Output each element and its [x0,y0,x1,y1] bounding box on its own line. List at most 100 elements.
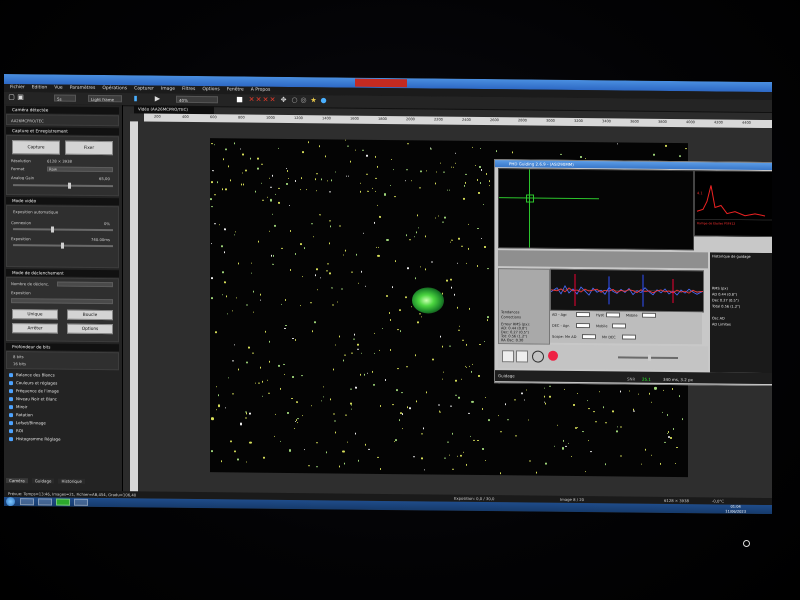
globe-icon[interactable]: ● [320,96,327,104]
tendances-checkbox[interactable]: Tendances [501,310,519,314]
save-icon[interactable]: ▣ [17,93,24,101]
menu-fichier[interactable]: Fichier [10,84,25,92]
menu-image[interactable]: Image [161,86,175,94]
exposure-slider-phd[interactable] [618,354,678,361]
list-item-rotation[interactable]: Rotation [8,412,118,419]
connexion-value: 0% [104,221,111,227]
connect-icon[interactable] [502,350,514,363]
menu-operations[interactable]: Opérations [102,85,127,93]
menu-parametres[interactable]: Paramètres [70,85,96,93]
exposure-slider[interactable] [13,242,113,249]
tab-camera[interactable]: Caméra [6,478,28,484]
list-item-frequency[interactable]: Fréquence de l'image [8,388,118,395]
tab-guidage[interactable]: Guidage [31,478,55,484]
trigger-header[interactable]: Mode de déclenchement [6,269,119,278]
auto-exposure-checkbox[interactable]: Exposition automatique [13,209,58,214]
close-button-block[interactable] [355,78,407,88]
star-dot [357,344,359,346]
cross-icon[interactable]: ✕ [248,96,255,104]
depth-16-radio[interactable]: 16 bits [13,361,26,366]
star-dot [312,235,315,238]
monitor-power-icon[interactable] [743,540,750,547]
depth-8-radio[interactable]: 8 bits [13,354,24,359]
unique-button[interactable]: Unique [12,309,58,320]
dec-agr-input[interactable] [576,322,590,329]
phd-statusbar: Guidage 25.1 340 ms, 3.2 px SNR [495,370,772,385]
tab-historique[interactable]: Historique [58,478,85,484]
list-item-roi[interactable]: ROI [8,428,118,435]
target-icon[interactable] [532,350,544,363]
taskbar-app-icon[interactable] [38,498,52,506]
capture-button[interactable]: Capture [12,140,60,155]
menu-edition[interactable]: Edition [32,84,48,92]
taskbar-clock[interactable]: 01:04 11/06/2023 [725,505,746,514]
loop-icon[interactable] [516,350,528,363]
exposure-field[interactable]: 5s [54,94,76,102]
star-icon[interactable]: ★ [310,96,317,104]
depth-header[interactable]: Profondeur de bits [6,343,119,352]
star-dot [320,178,322,180]
play-icon[interactable]: ▶ [154,95,161,103]
menu-apropos[interactable]: A Propos [251,87,271,95]
mobile2-input[interactable] [612,323,626,329]
guide-camera-view[interactable] [498,168,694,251]
scope-mn-dec-input[interactable] [622,334,636,340]
arreter-button[interactable]: Arrêter [12,323,58,334]
list-item-white-balance[interactable]: Balance des Blancs [8,372,118,379]
list-item-mirror[interactable]: Miroir [8,404,118,411]
connexion-slider[interactable] [13,226,113,233]
move-icon[interactable]: ✥ [280,96,287,104]
mobile-input[interactable] [642,312,656,318]
cross-icon[interactable]: ✕ [255,96,262,104]
star-dot [266,196,269,198]
open-icon[interactable]: ▢ [8,93,15,101]
stop-icon[interactable]: ■ [236,95,243,103]
list-item-colors[interactable]: Couleurs et réglages [8,380,118,387]
taskbar-app-icon[interactable] [74,498,88,506]
star-dot [293,427,295,430]
frames-input[interactable] [57,281,113,288]
boucle-button[interactable]: Boucle [67,309,113,321]
list-item-binning[interactable]: Lofset/Binnage [8,420,118,427]
star-dot [261,395,264,397]
circle-icon[interactable]: ○ [291,96,298,104]
fixer-button[interactable]: Fixer [65,140,113,156]
circle-icon[interactable]: ◎ [300,96,307,104]
ad-agr-input[interactable] [576,311,590,318]
cross-icon[interactable]: ✕ [269,96,276,104]
list-item-histogram[interactable]: Histogramme Réglage [8,436,118,443]
crosshair-vertical [529,169,530,248]
list-item-black-white[interactable]: Niveau Noir et Blanc [8,396,118,403]
exposure2-input[interactable] [11,298,113,305]
frame-type-select[interactable]: Light frame [88,94,122,103]
menu-vue[interactable]: Vue [54,85,62,93]
menu-options[interactable]: Options [202,86,219,94]
star-dot [458,325,461,327]
star-dot [287,177,290,179]
menu-fenetre[interactable]: Fenêtre [227,86,244,94]
menu-filtres[interactable]: Filtres [182,86,195,94]
camera-header[interactable]: Caméra détectée [6,106,119,115]
star-dot [529,460,531,462]
corrections-checkbox[interactable]: Corrections [501,315,521,319]
star-dot [377,456,379,459]
taskbar-app-icon[interactable] [56,498,70,506]
star-dot [456,306,459,309]
video-header[interactable]: Mode vidéo [6,197,119,206]
taskbar-app-icon[interactable] [20,498,34,506]
analog-gain-slider[interactable] [13,182,113,189]
hyst-input[interactable] [606,312,620,318]
zoom-select[interactable]: 40% [176,95,218,104]
star-dot [414,354,417,357]
stop-guide-icon[interactable] [548,350,558,361]
capture-header[interactable]: Capture et Enregistrement [6,127,119,136]
star-dot [497,415,500,417]
star-dot [286,183,288,185]
start-button[interactable] [6,497,15,507]
histogram-icon[interactable]: ▮ [132,94,139,102]
menu-capturer[interactable]: Capturer [134,85,154,93]
options-button[interactable]: Options [67,323,113,335]
cross-icon[interactable]: ✕ [262,96,269,104]
star-dot [405,234,407,237]
scope-mn-ad-input[interactable] [582,334,596,340]
